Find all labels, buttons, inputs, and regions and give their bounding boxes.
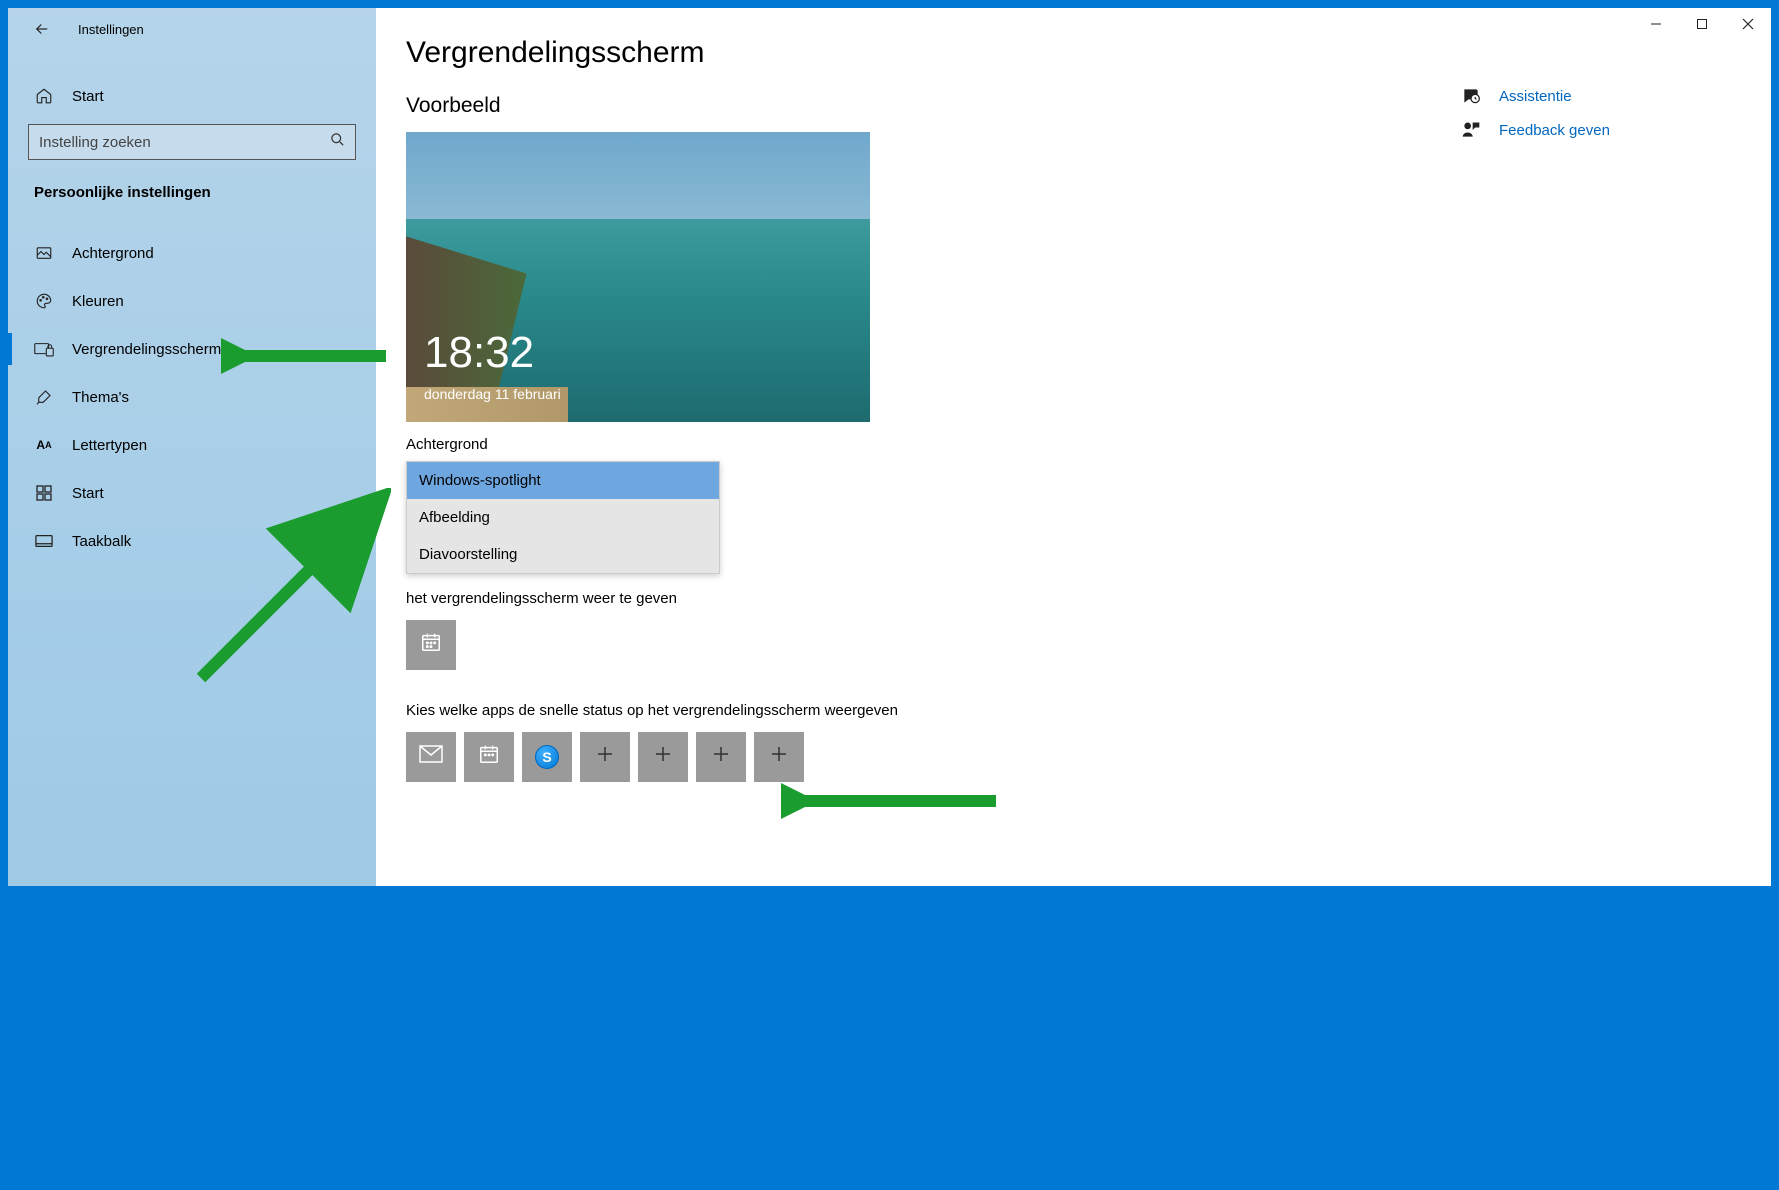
calendar-icon <box>420 631 442 658</box>
assist-icon <box>1461 86 1481 106</box>
background-label: Achtergrond <box>406 436 1743 453</box>
back-button[interactable] <box>30 17 54 41</box>
sidebar-item-achtergrond[interactable]: Achtergrond <box>8 229 376 277</box>
sidebar-item-label: Taakbalk <box>72 533 131 550</box>
sidebar-item-label: Vergrendelingsscherm <box>72 341 221 358</box>
nav-list: Achtergrond Kleuren Vergrendelingsscherm… <box>8 229 376 565</box>
sidebar-item-label: Start <box>72 485 104 502</box>
quick-status-text: Kies welke apps de snelle status op het … <box>406 700 906 722</box>
maximize-button[interactable] <box>1679 8 1725 40</box>
home-label: Start <box>72 88 104 105</box>
quick-tile-mail[interactable] <box>406 732 456 782</box>
plus-icon <box>654 745 672 768</box>
feedback-icon <box>1461 120 1481 140</box>
dropdown-option-picture[interactable]: Afbeelding <box>407 499 719 536</box>
quick-tile-skype[interactable]: S <box>522 732 572 782</box>
image-icon <box>34 243 54 263</box>
minimize-button[interactable] <box>1633 8 1679 40</box>
assist-label: Assistentie <box>1499 88 1572 105</box>
dropdown-option-spotlight[interactable]: Windows-spotlight <box>407 462 719 499</box>
annotation-arrow <box>781 783 1001 819</box>
mail-icon <box>419 745 443 768</box>
preview-time: 18:32 <box>424 328 534 378</box>
content-area: Vergrendelingsscherm Voorbeeld 18:32 don… <box>376 8 1771 886</box>
plus-icon <box>770 745 788 768</box>
preview-date: donderdag 11 februari <box>424 386 561 402</box>
feedback-label: Feedback geven <box>1499 122 1610 139</box>
assist-link[interactable]: Assistentie <box>1461 86 1741 106</box>
page-title: Vergrendelingsscherm <box>406 36 1743 70</box>
brush-icon <box>34 387 54 407</box>
sidebar-item-label: Achtergrond <box>72 245 154 262</box>
category-heading: Persoonlijke instellingen <box>8 166 376 211</box>
lock-screen-preview: 18:32 donderdag 11 februari <box>406 132 870 422</box>
search-icon <box>330 132 345 152</box>
sidebar-item-label: Kleuren <box>72 293 124 310</box>
right-panel: Assistentie Feedback geven <box>1461 86 1741 154</box>
palette-icon <box>34 291 54 311</box>
sidebar-item-label: Lettertypen <box>72 437 147 454</box>
taskbar-icon <box>34 531 54 551</box>
plus-icon <box>712 745 730 768</box>
background-dropdown[interactable]: Windows-spotlight Afbeelding Diavoorstel… <box>406 461 720 574</box>
lock-monitor-icon <box>34 339 54 359</box>
sidebar: Instellingen Start Persoonlijke instelli… <box>8 8 376 886</box>
quick-status-tiles: S <box>406 732 1743 782</box>
quick-tile-add[interactable] <box>580 732 630 782</box>
quick-tile-add[interactable] <box>638 732 688 782</box>
search-box[interactable] <box>28 124 356 160</box>
sidebar-item-kleuren[interactable]: Kleuren <box>8 277 376 325</box>
settings-window: Instellingen Start Persoonlijke instelli… <box>8 8 1771 886</box>
sidebar-item-vergrendelingsscherm[interactable]: Vergrendelingsscherm <box>8 325 376 373</box>
sidebar-item-label: Thema's <box>72 389 129 406</box>
detailed-status-tile[interactable] <box>406 620 456 670</box>
home-icon <box>34 86 54 106</box>
detailed-status-text: het vergrendelingsscherm weer te geven <box>406 588 906 610</box>
search-input[interactable] <box>39 134 330 151</box>
sidebar-item-taakbalk[interactable]: Taakbalk <box>8 517 376 565</box>
calendar-icon <box>478 743 500 770</box>
app-title: Instellingen <box>78 22 144 37</box>
quick-tile-add[interactable] <box>696 732 746 782</box>
quick-tile-add[interactable] <box>754 732 804 782</box>
plus-icon <box>596 745 614 768</box>
quick-tile-calendar[interactable] <box>464 732 514 782</box>
window-controls <box>1633 8 1771 40</box>
home-row[interactable]: Start <box>8 74 376 118</box>
skype-icon: S <box>535 745 559 769</box>
sidebar-item-lettertypen[interactable]: AA Lettertypen <box>8 421 376 469</box>
start-menu-icon <box>34 483 54 503</box>
close-button[interactable] <box>1725 8 1771 40</box>
sidebar-item-themas[interactable]: Thema's <box>8 373 376 421</box>
titlebar: Instellingen <box>8 8 376 50</box>
font-icon: AA <box>34 435 54 455</box>
sidebar-item-start[interactable]: Start <box>8 469 376 517</box>
feedback-link[interactable]: Feedback geven <box>1461 120 1741 140</box>
dropdown-option-slideshow[interactable]: Diavoorstelling <box>407 536 719 573</box>
